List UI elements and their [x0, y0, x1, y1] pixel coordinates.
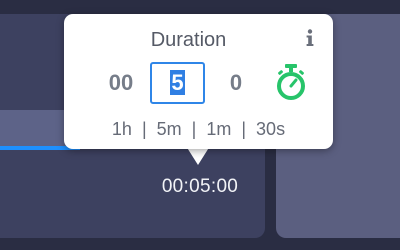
preset-1h[interactable]: 1h	[110, 119, 134, 140]
preset-bar: 1h | 5m | 1m | 30s	[64, 116, 333, 142]
popup-title: Duration	[150, 29, 227, 51]
clip-duration-label: 00:05:00	[161, 176, 239, 197]
preset-30s[interactable]: 30s	[254, 119, 287, 140]
minutes-field[interactable]: 5	[150, 62, 205, 104]
preset-separator: |	[191, 118, 197, 139]
preset-1m[interactable]: 1m	[204, 119, 233, 140]
seconds-field[interactable]: 0	[221, 70, 251, 96]
minutes-value: 5	[170, 70, 185, 95]
duration-popup: Duration 00 5 0 1h | 5m | 1m | 30s	[64, 14, 333, 149]
preset-separator: |	[241, 118, 247, 139]
stopwatch-icon[interactable]	[274, 63, 308, 101]
hours-field[interactable]: 00	[106, 70, 136, 96]
editor-area: 00:05:00 Duration 00 5 0 1h | 5m | 1m | …	[0, 0, 400, 250]
info-icon[interactable]	[305, 28, 315, 48]
preset-separator: |	[141, 118, 147, 139]
preset-5m[interactable]: 5m	[155, 119, 184, 140]
